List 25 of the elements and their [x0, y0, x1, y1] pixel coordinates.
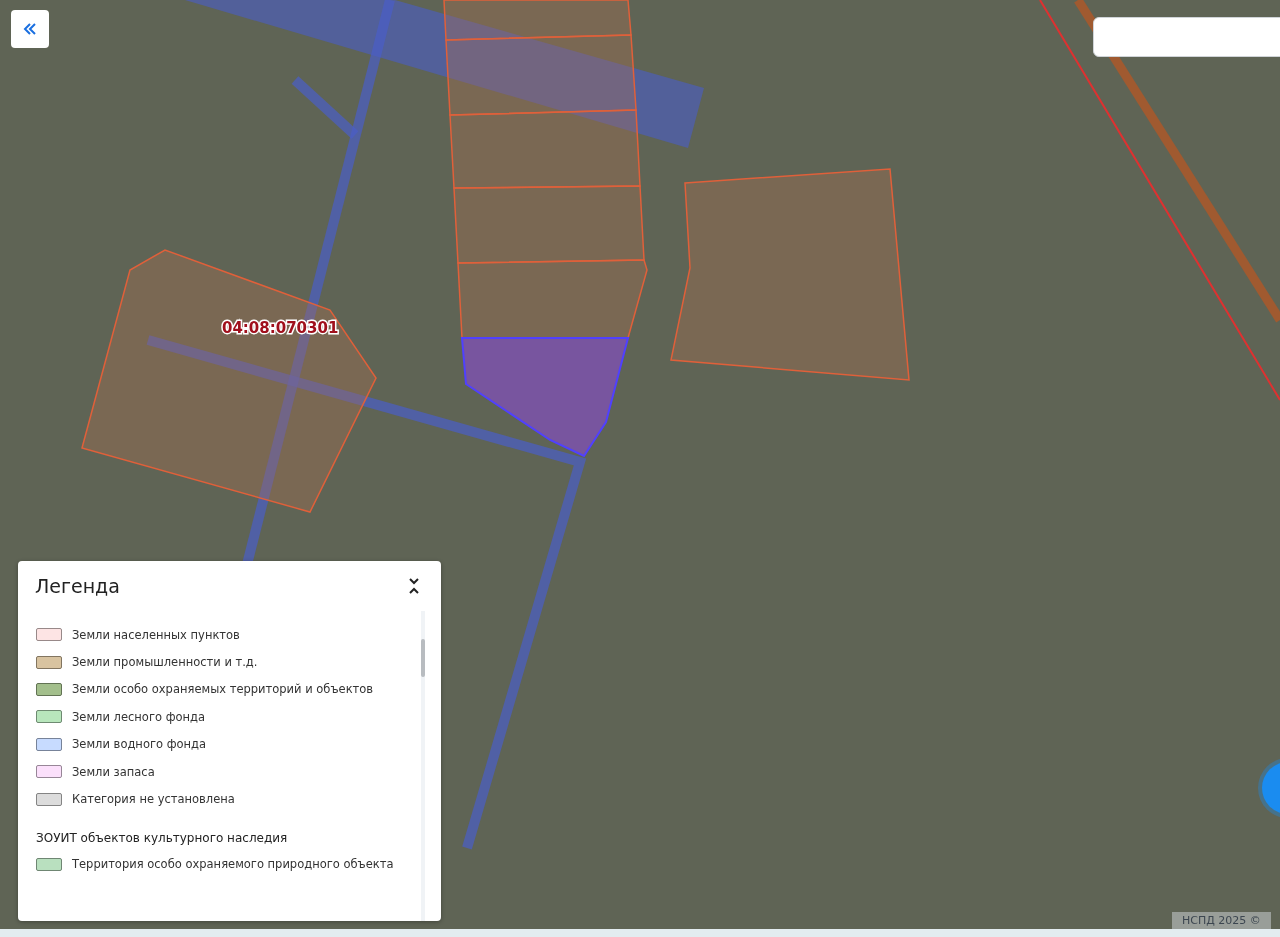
collapse-panel-button[interactable] — [11, 10, 49, 48]
double-chevron-left-icon — [23, 23, 37, 35]
search-field[interactable] — [1093, 17, 1280, 57]
legend-label: Земли особо охраняемых территорий и объектов — [72, 682, 374, 697]
collapse-chevrons-icon — [409, 578, 419, 594]
parcel-shape[interactable] — [453, 185, 645, 264]
legend-label: Территория особо охраняемого природного объекта — [72, 857, 394, 872]
parcel-shape[interactable] — [457, 259, 648, 339]
cadastral-number-label: 04:08:070301 — [222, 319, 339, 337]
legend-label: Земли промышленности и т.д. — [72, 655, 258, 670]
legend-label: Земли запаса — [72, 764, 155, 779]
legend-section-title: ЗОУИТ объектов культурного наследия — [36, 830, 289, 845]
legend-label: Земли населенных пунктов — [72, 627, 240, 642]
legend-label: Земли водного фонда — [72, 737, 207, 752]
legend-label: Земли лесного фонда — [72, 709, 206, 724]
map-attribution: НСПД 2025 © — [1172, 912, 1271, 929]
selected-parcel[interactable] — [460, 337, 630, 458]
legend-title: Легенда — [35, 575, 120, 597]
parcel-shape[interactable] — [443, 0, 632, 41]
parcel-shape[interactable] — [670, 168, 910, 381]
collapse-legend-button[interactable] — [407, 576, 421, 596]
parcel-shape[interactable] — [81, 249, 377, 513]
parcel-shape[interactable] — [449, 109, 641, 189]
scrollbar-thumb[interactable] — [421, 639, 425, 677]
legend-label: Категория не установлена — [72, 792, 235, 807]
